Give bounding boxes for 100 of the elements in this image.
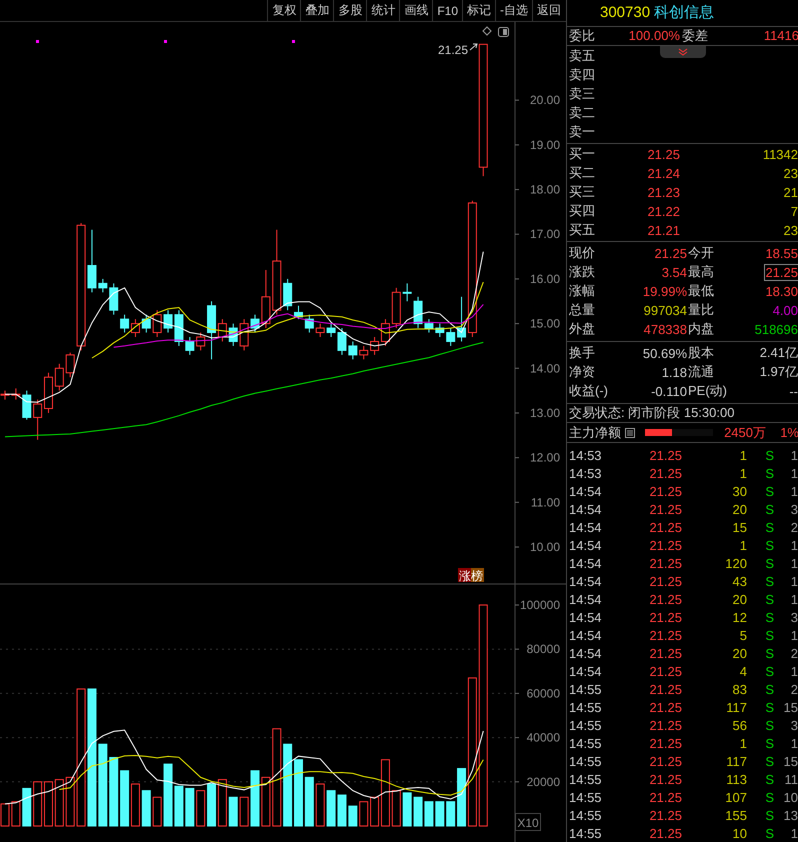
trade-side: S xyxy=(764,682,774,696)
ask-level-label: 卖五 xyxy=(569,47,595,66)
diamond-icon[interactable] xyxy=(482,26,492,36)
trade-price: 21.25 xyxy=(648,484,682,498)
trade-price: 21.25 xyxy=(648,682,682,696)
trade-side: S xyxy=(764,448,774,462)
volume-bar xyxy=(304,776,314,826)
ask-level-label: 卖一 xyxy=(569,123,595,142)
trade-side: S xyxy=(764,502,774,516)
ask-level-label: 卖三 xyxy=(569,85,595,104)
trade-price: 21.25 xyxy=(648,736,682,750)
quote-label: 最低 xyxy=(688,282,714,300)
volume-bar xyxy=(240,796,249,826)
trade-volume: 1 xyxy=(738,466,747,480)
trade-count: 1 xyxy=(790,664,798,678)
bid-level-label: 买一 xyxy=(569,145,595,164)
trade-count: 1 xyxy=(790,538,798,552)
trade-side: S xyxy=(764,790,774,804)
trade-count: 2 xyxy=(790,646,798,660)
bid-level-label: 买四 xyxy=(569,202,595,220)
panel-toggle-icon[interactable] xyxy=(498,27,509,37)
ask-level-label: 卖四 xyxy=(569,66,595,84)
price-axis-label: 20.00 xyxy=(530,93,560,108)
trade-time: 14:54 xyxy=(568,646,603,660)
trade-price: 21.25 xyxy=(648,790,682,804)
volume-bar xyxy=(446,801,456,826)
trade-volume: 43 xyxy=(732,574,747,588)
trading-status: 交易状态: 闭市阶段 15:30:00 xyxy=(569,404,734,422)
candlestick xyxy=(22,390,32,420)
trade-price: 21.25 xyxy=(648,520,682,534)
trade-price: 21.25 xyxy=(648,556,682,570)
trade-time: 14:53 xyxy=(568,448,603,462)
quote-value: 997034 xyxy=(644,302,687,318)
quote-value: 518696 xyxy=(754,322,798,337)
trade-side: S xyxy=(764,520,774,534)
volume-bar xyxy=(196,790,206,826)
trade-time: 14:55 xyxy=(568,790,603,804)
trade-time: 14:54 xyxy=(568,502,603,516)
volume-bar xyxy=(33,781,42,826)
trade-price: 21.25 xyxy=(648,538,682,552)
candlestick xyxy=(109,282,118,316)
candlestick xyxy=(304,314,314,334)
trade-side: S xyxy=(764,826,774,840)
quote-value: 21.25 xyxy=(765,264,798,280)
event-marker xyxy=(164,40,167,43)
trade-count: 1 xyxy=(790,484,798,498)
trade-time: 14:54 xyxy=(568,556,603,570)
bid-price: 21.23 xyxy=(646,184,680,200)
volume-bar xyxy=(11,801,20,826)
trade-time: 14:55 xyxy=(568,826,603,840)
trade-count: 1 xyxy=(790,826,798,840)
trade-time: 14:54 xyxy=(568,592,603,606)
volume-axis-label: 20000 xyxy=(526,774,560,789)
volume-bar xyxy=(130,784,140,826)
bid-level-label: 买五 xyxy=(569,221,595,240)
event-marker xyxy=(36,40,39,43)
volume-bar xyxy=(54,779,64,826)
candlestick xyxy=(185,336,194,356)
candlestick xyxy=(152,310,162,338)
list-icon[interactable] xyxy=(624,426,636,439)
fundamental-value: 1.97亿 xyxy=(760,363,798,382)
trade-volume: 5 xyxy=(738,628,747,642)
volume-axis-label: 80000 xyxy=(526,642,560,656)
fundamental-value: -- xyxy=(789,384,798,399)
trade-side: S xyxy=(764,466,774,480)
fundamental-label: 股本 xyxy=(688,344,714,362)
fundamental-value: 1.18 xyxy=(662,364,687,380)
trade-time: 14:54 xyxy=(568,610,603,624)
trade-time: 14:53 xyxy=(568,466,603,480)
chevron-down-icon xyxy=(678,48,688,56)
trade-side: S xyxy=(764,736,774,750)
quote-label: 今开 xyxy=(688,244,714,262)
trade-volume: 12 xyxy=(732,610,747,624)
trade-count: 1 xyxy=(790,574,798,588)
candlestick xyxy=(316,323,325,338)
trade-count: 13 xyxy=(782,808,798,822)
stock-code: 300730 xyxy=(600,4,650,22)
candlestick xyxy=(54,363,64,392)
bid-price: 21.25 xyxy=(646,146,680,162)
candlestick xyxy=(250,314,260,334)
quote-label: 最高 xyxy=(688,263,714,282)
trade-volume: 20 xyxy=(732,646,747,660)
price-axis-label: 12.00 xyxy=(530,450,560,465)
volume-bar xyxy=(152,796,162,826)
trade-volume: 4 xyxy=(738,664,747,678)
volume-bar xyxy=(316,784,325,826)
collapse-tab[interactable] xyxy=(660,46,706,58)
fundamental-value: 2.41亿 xyxy=(760,344,798,362)
trade-side: S xyxy=(764,628,774,642)
price-axis-label: 17.00 xyxy=(530,227,560,242)
candlestick xyxy=(348,340,358,360)
main-flow-amount: 2450万 xyxy=(723,424,766,442)
trade-count: 3 xyxy=(790,502,798,516)
field-value: 100.00% xyxy=(628,28,680,44)
bid-volume: 7 xyxy=(790,204,798,219)
trade-time: 14:54 xyxy=(568,520,603,534)
trade-price: 21.25 xyxy=(648,628,682,642)
volume-bar xyxy=(228,796,238,826)
trade-time: 14:55 xyxy=(568,754,603,768)
candlestick xyxy=(98,278,108,293)
